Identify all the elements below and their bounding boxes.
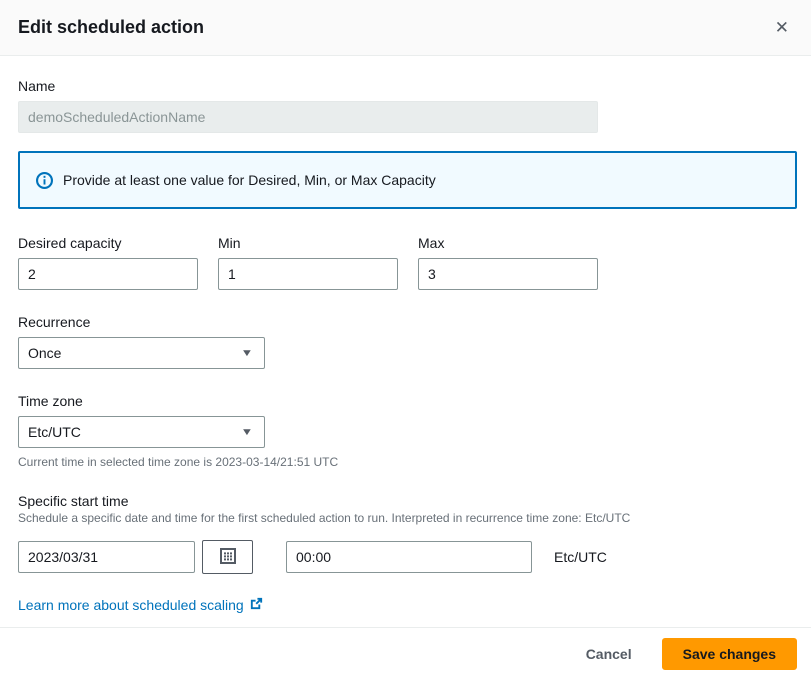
calendar-icon: [220, 548, 236, 567]
specific-start-time-group: Specific start time Schedule a specific …: [18, 493, 797, 574]
current-time-helper: Current time in selected time zone is 20…: [18, 455, 797, 469]
specific-start-time-description: Schedule a specific date and time for th…: [18, 511, 797, 525]
min-capacity-group: Min: [218, 235, 398, 290]
start-time-input[interactable]: [286, 541, 532, 573]
chevron-down-icon: ▼: [241, 348, 254, 359]
recurrence-label: Recurrence: [18, 314, 797, 330]
recurrence-select[interactable]: Once ▼: [18, 337, 265, 369]
info-alert: Provide at least one value for Desired, …: [18, 151, 797, 209]
name-input: [18, 101, 598, 133]
modal-title: Edit scheduled action: [18, 17, 204, 38]
capacity-row: Desired capacity Min Max: [18, 235, 797, 290]
start-time-row: Etc/UTC: [18, 540, 797, 574]
modal-header: Edit scheduled action ✕: [0, 0, 811, 56]
external-link-icon: [249, 596, 264, 614]
start-date-input[interactable]: [18, 541, 195, 573]
modal-footer: Cancel Save changes: [0, 627, 811, 679]
edit-scheduled-action-dialog: Edit scheduled action ✕ Name Provide at …: [0, 0, 811, 679]
time-zone-group: Time zone Etc/UTC ▼ Current time in sele…: [18, 393, 797, 469]
save-changes-button[interactable]: Save changes: [662, 638, 797, 670]
max-capacity-group: Max: [418, 235, 598, 290]
chevron-down-icon: ▼: [241, 427, 254, 438]
time-zone-label: Time zone: [18, 393, 797, 409]
desired-capacity-input[interactable]: [18, 258, 198, 290]
calendar-picker-button[interactable]: [202, 540, 253, 574]
learn-more-link-text: Learn more about scheduled scaling: [18, 597, 244, 613]
specific-start-time-label: Specific start time: [18, 493, 797, 509]
max-capacity-input[interactable]: [418, 258, 598, 290]
min-capacity-label: Min: [218, 235, 398, 251]
max-capacity-label: Max: [418, 235, 598, 251]
time-zone-selected-value: Etc/UTC: [28, 424, 81, 440]
desired-capacity-group: Desired capacity: [18, 235, 198, 290]
time-zone-select[interactable]: Etc/UTC ▼: [18, 416, 265, 448]
min-capacity-input[interactable]: [218, 258, 398, 290]
modal-body: Name Provide at least one value for Desi…: [0, 56, 811, 627]
name-label: Name: [18, 78, 797, 94]
recurrence-group: Recurrence Once ▼: [18, 314, 797, 369]
name-field-group: Name: [18, 78, 797, 133]
alert-message: Provide at least one value for Desired, …: [63, 172, 436, 188]
close-icon[interactable]: ✕: [771, 15, 793, 40]
cancel-button[interactable]: Cancel: [582, 640, 636, 668]
desired-capacity-label: Desired capacity: [18, 235, 198, 251]
info-icon: [36, 172, 53, 189]
learn-more-link[interactable]: Learn more about scheduled scaling: [18, 596, 264, 614]
recurrence-selected-value: Once: [28, 345, 61, 361]
timezone-suffix-label: Etc/UTC: [554, 549, 607, 565]
